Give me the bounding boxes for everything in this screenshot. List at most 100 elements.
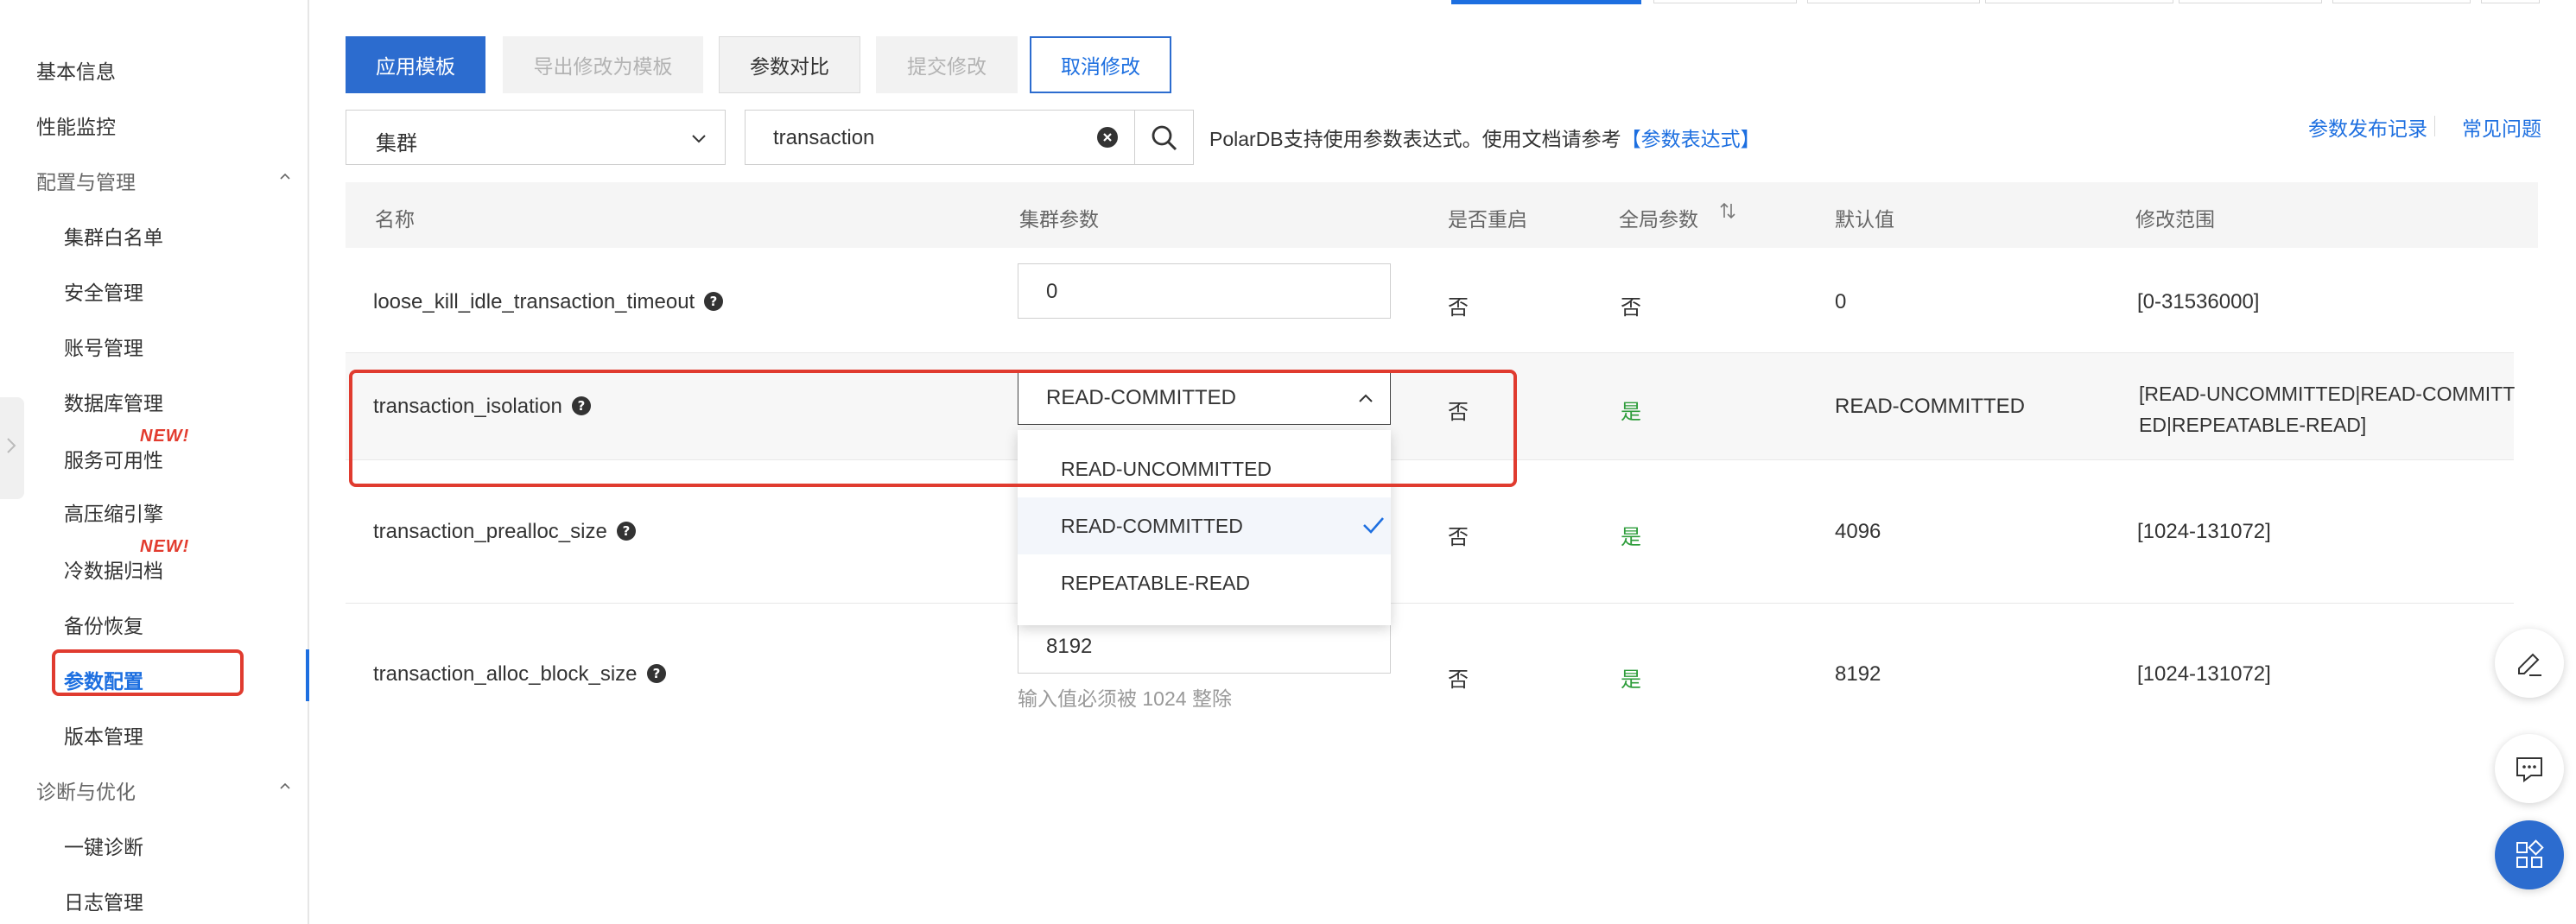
hint-text: PolarDB支持使用参数表达式。使用文档请参考	[1209, 128, 1621, 150]
chat-float-button[interactable]	[2495, 734, 2564, 803]
col-header-cluster-param: 集群参数	[1019, 208, 1099, 231]
expression-hint: PolarDB支持使用参数表达式。使用文档请参考【参数表达式】	[1209, 123, 1761, 152]
range-value: [READ-UNCOMMITTED|READ-COMMITTED|REPEATA…	[2139, 383, 2516, 436]
default-value: 4096	[1835, 520, 1881, 543]
sidebar-item-security[interactable]: 安全管理	[64, 276, 143, 306]
sidebar-item-logs[interactable]: 日志管理	[64, 886, 143, 915]
top-tab[interactable]	[1653, 0, 1797, 3]
col-header-restart: 是否重启	[1448, 208, 1527, 231]
default-value: READ-COMMITTED	[1835, 395, 2025, 418]
search-input[interactable]	[771, 123, 1069, 154]
top-tab-active[interactable]	[1451, 0, 1641, 4]
col-header-global[interactable]: 全局参数	[1619, 203, 1698, 232]
col-header-range: 修改范围	[2135, 208, 2215, 231]
sidebar-item-version[interactable]: 版本管理	[64, 720, 143, 750]
sidebar-item-cold-archive[interactable]: 冷数据归档	[64, 554, 163, 584]
sidebar-item-whitelist[interactable]: 集群白名单	[64, 221, 163, 250]
clear-icon[interactable]	[1096, 126, 1119, 149]
sidebar-group-label: 配置与管理	[36, 171, 136, 193]
sidebar-group-config[interactable]: 配置与管理	[36, 166, 292, 195]
param-value-text: 0	[1046, 280, 1058, 303]
chevron-down-icon	[692, 135, 706, 143]
global-value: 是	[1621, 668, 1641, 692]
range-value: [1024-131072]	[2137, 662, 2271, 686]
global-value: 否	[1621, 296, 1641, 320]
global-value: 是	[1621, 401, 1641, 424]
export-template-button[interactable]: 导出修改为模板	[503, 36, 703, 93]
help-icon[interactable]: ?	[616, 521, 637, 541]
default-value: 0	[1835, 290, 1847, 313]
sidebar-item-accounts[interactable]: 账号管理	[64, 332, 143, 361]
svg-text:?: ?	[652, 666, 660, 681]
restart-value: 否	[1448, 526, 1469, 549]
search-icon	[1152, 125, 1177, 151]
param-name-text: loose_kill_idle_transaction_timeout	[373, 290, 695, 313]
svg-text:?: ?	[710, 294, 718, 309]
apps-float-button[interactable]	[2495, 820, 2564, 889]
sidebar: 基本信息 性能监控 配置与管理 集群白名单 安全管理 账号管理 数据库管理 NE…	[0, 0, 309, 924]
param-value-input[interactable]: 8192	[1018, 618, 1391, 674]
restart-value: 否	[1448, 296, 1469, 320]
sidebar-item-diagnose[interactable]: 一键诊断	[64, 831, 143, 860]
restart-value: 否	[1448, 668, 1469, 692]
top-tab[interactable]	[2481, 0, 2540, 3]
sidebar-collapse-handle[interactable]	[0, 397, 24, 499]
highlight-isolation-row	[349, 370, 1517, 487]
default-value: 8192	[1835, 662, 1881, 686]
top-tab[interactable]	[1985, 0, 2173, 3]
sidebar-group-diagnosis[interactable]: 诊断与优化	[36, 775, 292, 805]
sidebar-item-databases[interactable]: 数据库管理	[64, 387, 163, 416]
range-value: [1024-131072]	[2137, 520, 2271, 543]
compare-params-button[interactable]: 参数对比	[719, 36, 860, 93]
chat-icon	[2516, 757, 2542, 782]
sidebar-item-availability[interactable]: 服务可用性	[64, 444, 163, 473]
sidebar-active-indicator	[306, 649, 309, 701]
param-name-text: transaction_prealloc_size	[373, 520, 607, 543]
param-name-text: transaction_alloc_block_size	[373, 662, 638, 686]
edit-icon	[2518, 653, 2541, 676]
dropdown-option-selected[interactable]: READ-COMMITTED	[1018, 497, 1391, 554]
sort-icon[interactable]	[1719, 200, 1736, 221]
param-name: transaction_alloc_block_size?	[373, 662, 667, 687]
publish-record-link[interactable]: 参数发布记录	[2308, 112, 2427, 142]
help-icon[interactable]: ?	[646, 663, 667, 684]
param-value-text: 8192	[1046, 635, 1093, 658]
top-tab[interactable]	[2179, 0, 2322, 3]
highlight-sidebar-params	[52, 649, 244, 696]
scope-select[interactable]: 集群	[346, 110, 726, 165]
expression-doc-link[interactable]: 【参数表达式】	[1621, 128, 1761, 150]
chevron-up-icon	[280, 782, 290, 789]
sidebar-item-performance[interactable]: 性能监控	[36, 111, 116, 140]
apps-icon	[2516, 839, 2544, 868]
sidebar-group-label: 诊断与优化	[36, 781, 136, 803]
top-tab[interactable]	[1807, 0, 1980, 3]
range-value: [0-31536000]	[2137, 290, 2260, 313]
sidebar-item-backup[interactable]: 备份恢复	[64, 610, 143, 639]
help-icon[interactable]: ?	[703, 291, 724, 312]
link-divider	[2434, 116, 2435, 136]
option-label: REPEATABLE-READ	[1061, 572, 1250, 594]
param-name: loose_kill_idle_transaction_timeout?	[373, 290, 724, 314]
dropdown-option[interactable]: REPEATABLE-READ	[1018, 554, 1391, 611]
top-tab[interactable]	[2332, 0, 2471, 3]
faq-link[interactable]: 常见问题	[2462, 112, 2541, 142]
param-value-input[interactable]: 0	[1018, 263, 1391, 319]
apply-template-button[interactable]: 应用模板	[346, 36, 485, 93]
svg-text:?: ?	[622, 523, 630, 539]
chevron-right-icon	[7, 438, 16, 453]
scope-select-value: 集群	[376, 132, 417, 155]
edit-float-button[interactable]	[2495, 629, 2564, 698]
sidebar-item-compression[interactable]: 高压缩引擎	[64, 497, 163, 527]
search-field[interactable]	[745, 110, 1135, 165]
submit-changes-button[interactable]: 提交修改	[876, 36, 1018, 93]
global-value: 是	[1621, 526, 1641, 549]
search-button[interactable]	[1135, 110, 1194, 165]
col-header-name: 名称	[375, 208, 415, 231]
cancel-changes-button[interactable]: 取消修改	[1030, 36, 1171, 93]
chevron-up-icon	[280, 173, 290, 180]
option-label: READ-COMMITTED	[1061, 515, 1243, 537]
col-header-default: 默认值	[1835, 208, 1894, 231]
check-icon	[1363, 517, 1384, 534]
sidebar-item-basic-info[interactable]: 基本信息	[36, 55, 116, 85]
input-help-text: 输入值必须被 1024 整除	[1018, 687, 1232, 710]
